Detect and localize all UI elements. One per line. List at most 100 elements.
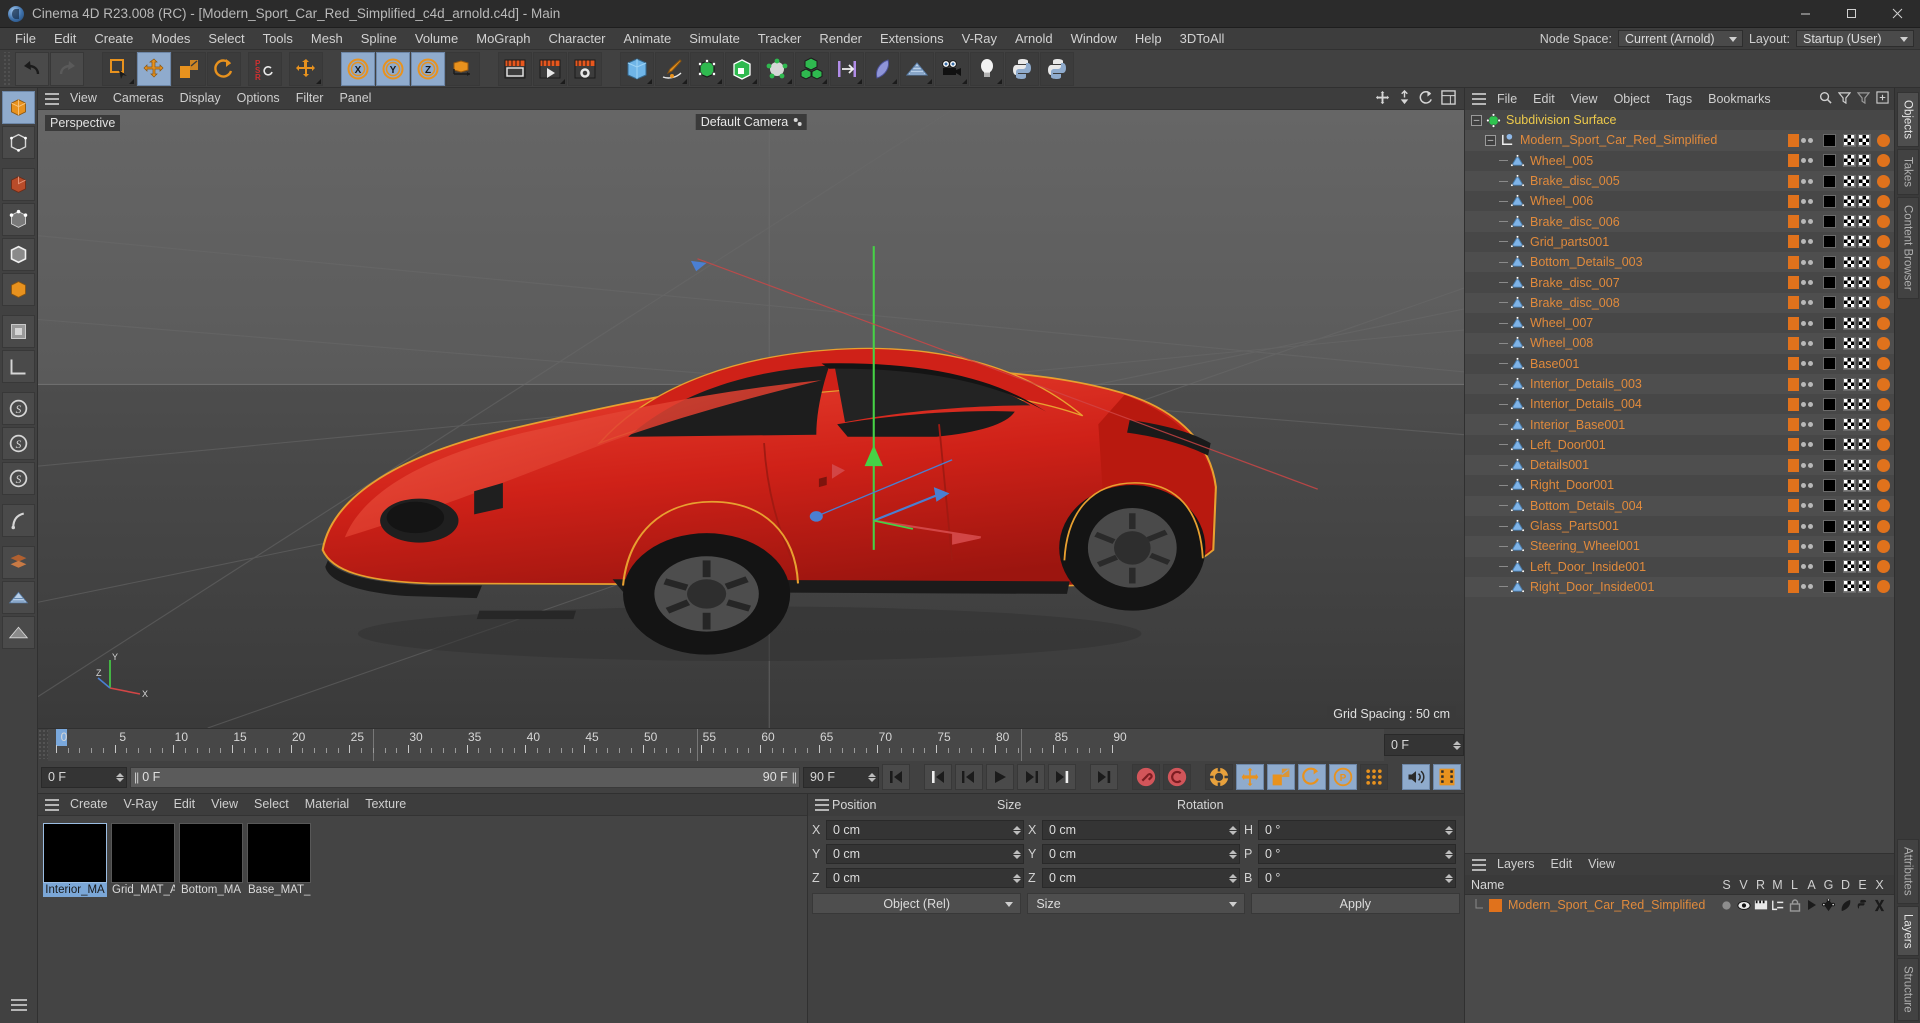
material-tag[interactable] bbox=[1788, 215, 1799, 229]
current-frame-spinner[interactable] bbox=[112, 772, 124, 782]
layer-list[interactable]: Modern_Sport_Car_Red_Simplified bbox=[1465, 895, 1894, 1023]
texture-tag[interactable] bbox=[1823, 458, 1836, 472]
layout-dropdown[interactable]: Startup (User) bbox=[1796, 30, 1914, 47]
layer-column-a[interactable]: A bbox=[1803, 878, 1820, 892]
polygon-mode-button[interactable] bbox=[2, 273, 35, 306]
go-to-start-button[interactable] bbox=[882, 764, 910, 790]
object-row[interactable]: Brake_disc_007 bbox=[1465, 272, 1894, 293]
selection-tag[interactable] bbox=[1858, 397, 1871, 411]
object-row[interactable]: Wheel_007 bbox=[1465, 312, 1894, 334]
uv-tag[interactable] bbox=[1843, 560, 1856, 574]
subdivision-surface-button[interactable] bbox=[690, 51, 724, 86]
expand-collapse-icon[interactable]: – bbox=[1485, 134, 1496, 146]
metaball-button[interactable] bbox=[760, 51, 794, 86]
go-to-previous-key-button[interactable] bbox=[924, 764, 952, 790]
object-row[interactable]: Brake_disc_006 bbox=[1465, 211, 1894, 232]
layer-generator-toggle[interactable] bbox=[1820, 898, 1837, 912]
python-tag[interactable] bbox=[1877, 519, 1890, 533]
om-menu-edit[interactable]: Edit bbox=[1525, 90, 1563, 109]
texture-tag[interactable] bbox=[1823, 499, 1836, 513]
tab-structure[interactable]: Structure bbox=[1896, 958, 1919, 1021]
python-tag[interactable] bbox=[1877, 377, 1890, 391]
key-parameter-button[interactable]: P bbox=[1329, 764, 1357, 790]
viewport-hamburger-icon[interactable] bbox=[42, 91, 62, 107]
rotation-p-spinner[interactable] bbox=[1441, 849, 1453, 859]
snap-enable-button[interactable]: S bbox=[2, 392, 35, 425]
uv-tag[interactable] bbox=[1843, 458, 1856, 472]
render-settings-button[interactable] bbox=[568, 51, 602, 86]
object-row[interactable]: Right_Door_Inside001 bbox=[1465, 576, 1894, 598]
layer-hamburger-icon[interactable] bbox=[1469, 857, 1489, 873]
selection-tag[interactable] bbox=[1858, 560, 1871, 574]
cube-primitive-button[interactable] bbox=[620, 51, 654, 86]
menu-window[interactable]: Window bbox=[1062, 29, 1126, 49]
play-button[interactable] bbox=[986, 764, 1014, 790]
menu-mograph[interactable]: MoGraph bbox=[467, 29, 539, 49]
selection-tag[interactable] bbox=[1858, 418, 1871, 432]
material-menu-vray[interactable]: V-Ray bbox=[116, 795, 166, 814]
minimize-button[interactable] bbox=[1782, 0, 1828, 28]
material-menu-create[interactable]: Create bbox=[62, 795, 116, 814]
material-tag[interactable] bbox=[1788, 316, 1799, 330]
python-tag[interactable] bbox=[1877, 397, 1890, 411]
timeline-range-bar[interactable]: || 0 F 90 F || bbox=[130, 766, 800, 788]
visibility-dot-editor[interactable] bbox=[1801, 178, 1806, 184]
uv-tag[interactable] bbox=[1843, 154, 1856, 168]
visibility-dot-editor[interactable] bbox=[1801, 422, 1806, 428]
visibility-dot-editor[interactable] bbox=[1801, 564, 1806, 570]
deformer-button[interactable] bbox=[865, 51, 899, 86]
texture-tag[interactable] bbox=[1823, 296, 1836, 310]
layer-menu-edit[interactable]: Edit bbox=[1543, 855, 1581, 874]
live-selection-tool[interactable] bbox=[102, 51, 136, 86]
uv-tag[interactable] bbox=[1843, 478, 1856, 492]
cloner-object-button[interactable] bbox=[795, 51, 829, 86]
key-rotation-button[interactable] bbox=[1298, 764, 1326, 790]
texture-tag[interactable] bbox=[1823, 194, 1836, 208]
bend-deformer-button[interactable] bbox=[2, 504, 35, 537]
object-row[interactable]: – Modern_Sport_Car_Red_Simplified bbox=[1465, 130, 1894, 151]
texture-tag[interactable] bbox=[1823, 519, 1836, 533]
python-tag[interactable] bbox=[1877, 316, 1890, 330]
material-tag[interactable] bbox=[1788, 357, 1799, 371]
uv-tag[interactable] bbox=[1843, 215, 1856, 229]
python-tag[interactable] bbox=[1877, 478, 1890, 492]
python-tag[interactable] bbox=[1877, 336, 1890, 350]
python-tag[interactable] bbox=[1877, 580, 1890, 594]
object-row[interactable]: Wheel_005 bbox=[1465, 150, 1894, 171]
layer-column-l[interactable]: L bbox=[1786, 878, 1803, 892]
material-swatch[interactable]: Interior_MA bbox=[43, 823, 107, 897]
uv-tag[interactable] bbox=[1843, 336, 1856, 350]
filter-alt-icon[interactable] bbox=[1856, 91, 1871, 107]
python-tag[interactable] bbox=[1877, 458, 1890, 472]
visibility-dot-render[interactable] bbox=[1808, 239, 1813, 245]
expand-panel-icon[interactable] bbox=[1876, 91, 1889, 107]
rotation-h-field[interactable]: 0 ° bbox=[1258, 820, 1456, 840]
menu-file[interactable]: File bbox=[6, 29, 45, 49]
layer-deformer-toggle[interactable] bbox=[1837, 899, 1854, 912]
object-row[interactable]: Grid_parts001 bbox=[1465, 231, 1894, 253]
selection-tag[interactable] bbox=[1858, 255, 1871, 269]
layer-animation-toggle[interactable] bbox=[1803, 899, 1820, 911]
redo-button[interactable] bbox=[50, 51, 84, 86]
menu-help[interactable]: Help bbox=[1126, 29, 1171, 49]
om-menu-file[interactable]: File bbox=[1489, 90, 1525, 109]
size-y-field[interactable]: 0 cm bbox=[1042, 844, 1240, 864]
object-row[interactable]: Details001 bbox=[1465, 455, 1894, 476]
rotation-b-spinner[interactable] bbox=[1441, 873, 1453, 883]
size-mode-dropdown[interactable]: Size bbox=[1027, 893, 1245, 914]
node-space-dropdown[interactable]: Current (Arnold) bbox=[1617, 30, 1743, 47]
editable-object-button[interactable] bbox=[2, 91, 35, 124]
uv-tag[interactable] bbox=[1843, 255, 1856, 269]
selection-tag[interactable] bbox=[1858, 519, 1871, 533]
material-tag[interactable] bbox=[1788, 499, 1799, 513]
selection-tag[interactable] bbox=[1858, 438, 1871, 452]
om-menu-view[interactable]: View bbox=[1563, 90, 1606, 109]
texture-mode-button[interactable] bbox=[2, 168, 35, 201]
menu-volume[interactable]: Volume bbox=[406, 29, 467, 49]
object-row[interactable]: Bottom_Details_004 bbox=[1465, 495, 1894, 516]
visibility-dot-editor[interactable] bbox=[1801, 543, 1806, 549]
lock-z-axis-button[interactable]: Z bbox=[411, 51, 445, 86]
position-y-spinner[interactable] bbox=[1009, 849, 1021, 859]
key-scale-button[interactable] bbox=[1267, 764, 1295, 790]
key-position-button[interactable] bbox=[1236, 764, 1264, 790]
